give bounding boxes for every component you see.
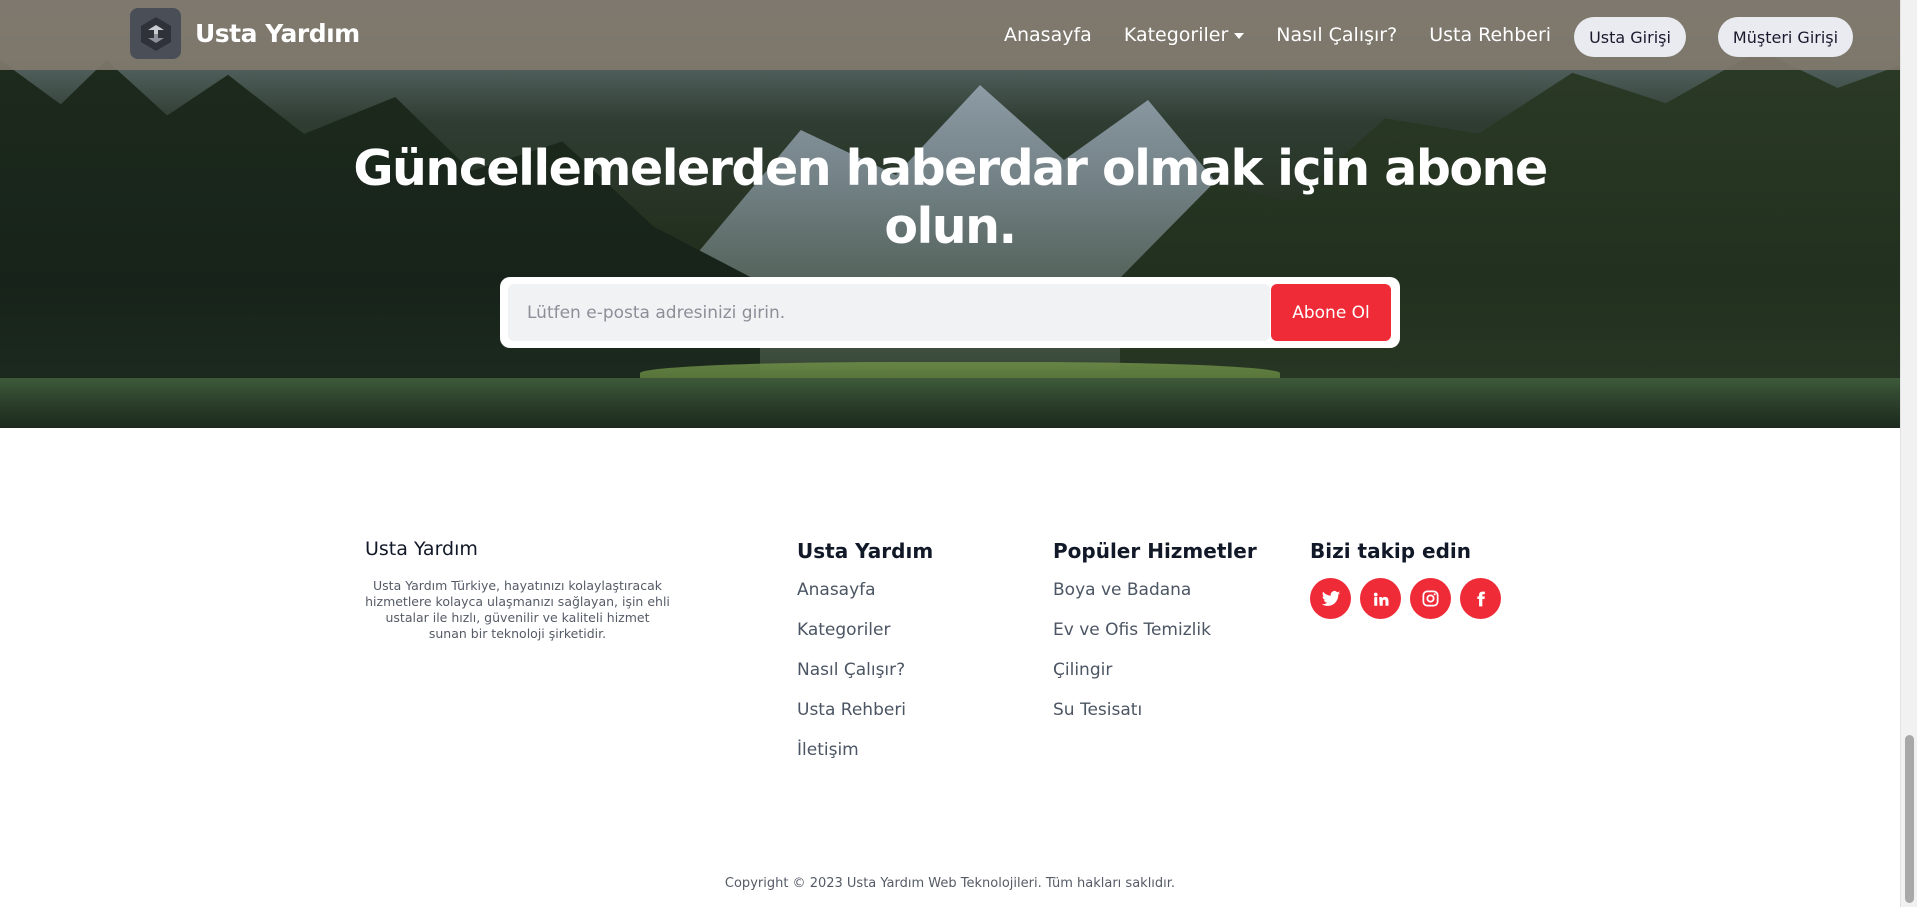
copyright-text: Copyright © 2023 Usta Yardım Web Teknolo… — [724, 876, 1176, 891]
musteri-login-button[interactable]: Müşteri Girişi — [1718, 17, 1853, 57]
scrollbar-thumb[interactable] — [1905, 735, 1914, 903]
twitter-icon[interactable] — [1310, 578, 1351, 619]
page-scrollbar[interactable] — [1900, 0, 1917, 907]
footer-links-list: Anasayfa Kategoriler Nasıl Çalışır? Usta… — [797, 580, 906, 780]
footer-link-usta-rehberi[interactable]: Usta Rehberi — [797, 700, 906, 740]
nav-link-kategoriler[interactable]: Kategoriler — [1123, 24, 1245, 46]
usta-login-button[interactable]: Usta Girişi — [1574, 17, 1686, 57]
footer-link-anasayfa[interactable]: Anasayfa — [797, 580, 906, 620]
footer-services-list: Boya ve Badana Ev ve Ofis Temizlik Çilin… — [1053, 580, 1211, 740]
footer-links-title: Usta Yardım — [797, 539, 934, 563]
footer-service-su-tesisati[interactable]: Su Tesisatı — [1053, 700, 1211, 740]
nav-link-nasil-calisir[interactable]: Nasıl Çalışır? — [1276, 24, 1397, 46]
brand[interactable]: Usta Yardım — [130, 8, 360, 59]
footer-service-boya-badana[interactable]: Boya ve Badana — [1053, 580, 1211, 620]
nav-link-kategoriler-label: Kategoriler — [1123, 24, 1229, 46]
nav-link-usta-rehberi[interactable]: Usta Rehberi — [1429, 24, 1551, 46]
subscribe-title: Güncellemelerden haberdar olmak için abo… — [353, 140, 1548, 255]
linkedin-icon[interactable] — [1360, 578, 1401, 619]
footer-about-title: Usta Yardım — [365, 538, 478, 560]
footer-link-nasil-calisir[interactable]: Nasıl Çalışır? — [797, 660, 906, 700]
footer-services-title: Popüler Hizmetler — [1053, 539, 1257, 563]
subscribe-button[interactable]: Abone Ol — [1271, 284, 1391, 341]
footer-about-text: Usta Yardım Türkiye, hayatınızı kolaylaş… — [365, 578, 670, 641]
footer-service-cilingir[interactable]: Çilingir — [1053, 660, 1211, 700]
footer-service-temizlik[interactable]: Ev ve Ofis Temizlik — [1053, 620, 1211, 660]
facebook-icon[interactable] — [1460, 578, 1501, 619]
instagram-icon[interactable] — [1410, 578, 1451, 619]
email-input[interactable] — [508, 284, 1270, 341]
subscribe-form: Abone Ol — [500, 277, 1400, 348]
nav-links: Anasayfa Kategoriler Nasıl Çalışır? Usta… — [1004, 0, 1583, 70]
brand-name: Usta Yardım — [195, 19, 360, 48]
brand-logo-icon — [130, 8, 181, 59]
hero-lake — [0, 378, 1900, 428]
footer-social-title: Bizi takip edin — [1310, 539, 1472, 563]
nav-link-anasayfa[interactable]: Anasayfa — [1004, 24, 1092, 46]
footer-link-kategoriler[interactable]: Kategoriler — [797, 620, 906, 660]
social-links — [1310, 578, 1501, 619]
navbar: Usta Yardım Anasayfa Kategoriler Nasıl Ç… — [0, 0, 1900, 70]
footer-link-iletisim[interactable]: İletişim — [797, 740, 906, 780]
chevron-down-icon — [1234, 32, 1245, 39]
